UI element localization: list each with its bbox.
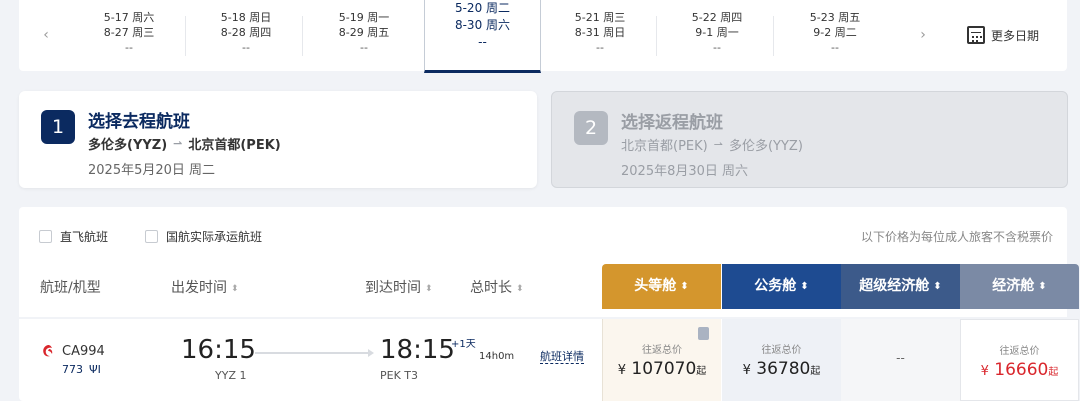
departure-airport: YYZ 1: [215, 369, 247, 382]
flight-results: 直飞航班 国航实际承运航班 以下价格为每位成人旅客不含税票价 航班/机型 出发时…: [19, 207, 1079, 401]
step-outbound-card[interactable]: 1 选择去程航班 多伦多(YYZ) ⇀ 北京首都(PEK) 2025年5月20日…: [19, 91, 537, 188]
route: 北京首都(PEK) ⇀ 多伦多(YYZ): [621, 138, 803, 154]
header-arrival-sort[interactable]: 到达时间 ⬍: [365, 277, 433, 297]
route-arrow-icon: ⇀: [173, 137, 183, 150]
date-option[interactable]: 5-19 周一 8-29 周五 --: [309, 10, 419, 55]
cabin-premium-sort[interactable]: 超级经济舱 ⬍: [841, 264, 960, 309]
sort-icon: ⬍: [425, 284, 433, 294]
header-flight: 航班/机型: [40, 280, 101, 296]
price-value: ¥ 36780起: [742, 359, 821, 379]
more-dates-button[interactable]: 更多日期: [967, 26, 1039, 44]
price-business-cell[interactable]: 往返总价 ¥ 36780起: [722, 319, 841, 401]
air-china-logo-icon: [43, 345, 53, 357]
flight-line-arrow-icon: [255, 349, 374, 357]
header-duration-sort[interactable]: 总时长 ⬍: [470, 277, 524, 297]
step-return-card[interactable]: 2 选择返程航班 北京首都(PEK) ⇀ 多伦多(YYZ) 2025年8月30日…: [551, 91, 1068, 188]
date-strip: ‹ 5-17 周六 8-27 周三 -- 5-18 周日 8-28 周四 -- …: [19, 0, 1067, 73]
route: 多伦多(YYZ) ⇀ 北京首都(PEK): [88, 137, 281, 153]
cabin-first-sort[interactable]: 头等舱 ⬍: [602, 264, 721, 309]
date-option[interactable]: 5-22 周四 9-1 周一 --: [662, 10, 774, 56]
cabin-business-sort[interactable]: 公务舱 ⬍: [722, 264, 841, 309]
sort-icon: ⬍: [680, 281, 689, 292]
sort-icon: ⬍: [231, 284, 239, 294]
date-option[interactable]: 5-21 周三 8-31 周日 --: [545, 10, 657, 56]
arrival-time: 18:15: [380, 335, 455, 365]
calendar-icon: [967, 26, 985, 44]
price-value: ¥ 107070起: [617, 359, 707, 379]
aircraft-type[interactable]: 773 ΨΙ: [62, 363, 101, 376]
step-title: 选择返程航班: [621, 113, 723, 133]
prev-date-arrow-icon[interactable]: ‹: [36, 27, 56, 43]
flight-number: CA994: [62, 344, 105, 359]
flight-details-link[interactable]: 航班详情: [540, 350, 584, 364]
next-day-badge: +1天: [451, 339, 476, 350]
arrival-airport: PEK T3: [380, 369, 419, 382]
date-option[interactable]: 5-18 周日 8-28 周四 --: [191, 10, 303, 56]
travel-date: 2025年5月20日 周二: [88, 163, 216, 178]
header-departure-sort[interactable]: 出发时间 ⬍: [171, 277, 239, 297]
sort-icon: ⬍: [800, 281, 809, 292]
step-number: 2: [574, 111, 608, 145]
step-title: 选择去程航班: [88, 112, 190, 132]
filter-direct[interactable]: 直飞航班: [39, 228, 108, 245]
sort-icon: ⬍: [516, 284, 524, 294]
next-date-arrow-icon[interactable]: ›: [913, 27, 933, 43]
price-value: ¥ 16660起: [980, 360, 1059, 380]
date-option-selected[interactable]: 5-20 周二 8-30 周六 --: [424, 0, 541, 73]
date-option[interactable]: 5-23 周五 9-2 周二 --: [780, 10, 890, 55]
price-economy-cell[interactable]: 往返总价 ¥ 16660起: [960, 319, 1079, 401]
checkbox[interactable]: [39, 230, 52, 243]
flight-duration: 14h0m: [479, 351, 515, 362]
travel-date: 2025年8月30日 周六: [621, 164, 749, 179]
price-premium-cell: --: [841, 319, 960, 401]
checkbox[interactable]: [145, 230, 158, 243]
date-option[interactable]: 5-17 周六 8-27 周三 --: [74, 10, 186, 56]
filter-ca-operated[interactable]: 国航实际承运航班: [145, 228, 262, 245]
departure-time: 16:15: [181, 335, 256, 365]
price-note: 以下价格为每位成人旅客不含税票价: [860, 230, 1053, 244]
sort-icon: ⬍: [933, 281, 942, 292]
price-first-cell[interactable]: 往返总价 ¥ 107070起: [602, 319, 721, 401]
route-arrow-icon: ⇀: [713, 138, 723, 151]
meal-icon: ΨΙ: [89, 363, 101, 376]
seat-icon: [698, 327, 709, 340]
cabin-economy-sort[interactable]: 经济舱 ⬍: [960, 264, 1079, 309]
sort-icon: ⬍: [1038, 281, 1047, 292]
step-number: 1: [41, 110, 75, 144]
